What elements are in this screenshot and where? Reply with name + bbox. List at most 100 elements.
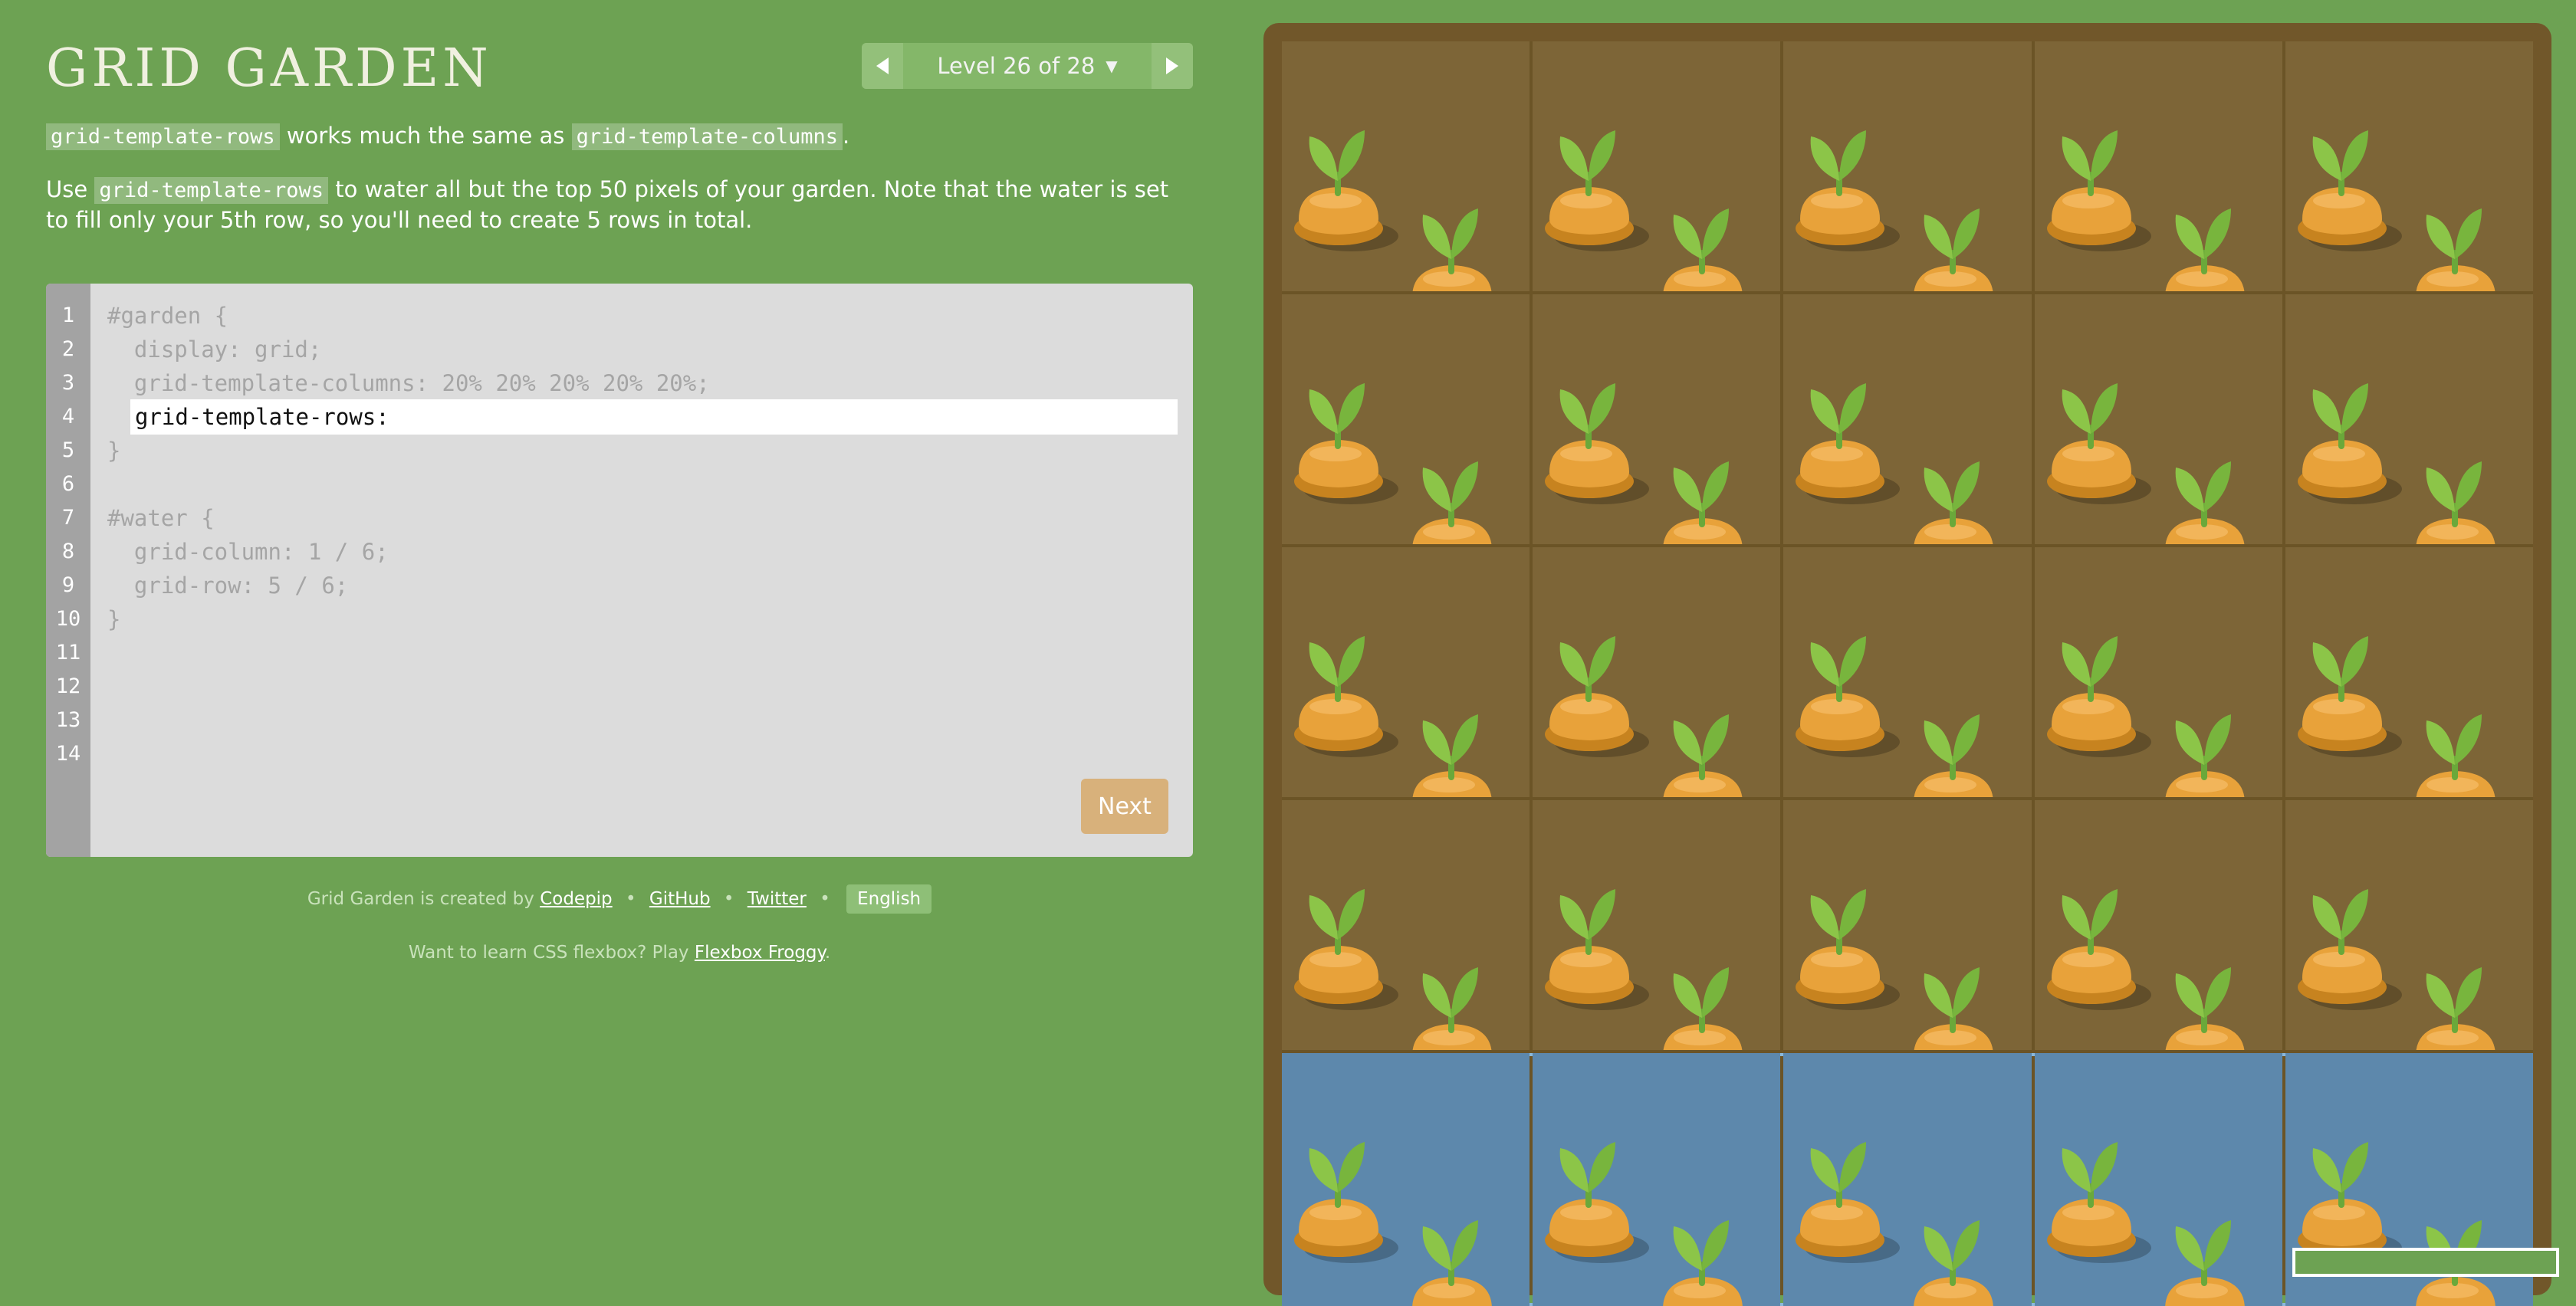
carrot-icon	[2297, 383, 2402, 504]
line-number: 13	[55, 708, 81, 732]
soil-cell	[1282, 294, 1530, 544]
css-answer-input[interactable]	[130, 399, 1178, 435]
soil-cell	[1783, 41, 2032, 291]
carrot-icon	[2416, 461, 2496, 544]
line-number: 9	[61, 573, 75, 597]
soil-cell	[1282, 547, 1530, 797]
carrot-icon	[1796, 636, 1901, 757]
instruction-text: .	[842, 123, 850, 149]
code-snippet: grid-template-rows	[94, 177, 329, 204]
carrot-icon	[2165, 967, 2244, 1050]
flexbox-promo: Want to learn CSS flexbox? Play Flexbox …	[46, 943, 1193, 963]
code-line: #water {	[107, 505, 215, 531]
code-snippet: grid-template-columns	[571, 123, 843, 150]
carrot-icon	[2416, 208, 2496, 291]
carrot-icon	[2416, 967, 2496, 1050]
carrot-icon	[1663, 208, 1743, 291]
level-navigation: Level 26 of 28 ▼	[862, 43, 1193, 89]
soil-cell	[1533, 41, 1781, 291]
code-line: }	[107, 606, 121, 632]
water-cell	[1533, 1053, 1781, 1306]
carrot-icon	[1796, 130, 1901, 251]
carrot-icon	[1412, 461, 1492, 544]
carrot-icon	[1663, 461, 1743, 544]
carrot-icon	[2046, 1142, 2151, 1263]
carrot-icon	[1545, 383, 1650, 504]
line-number: 5	[61, 438, 75, 462]
carrot-icon	[1294, 1142, 1398, 1263]
line-number: 6	[61, 472, 75, 496]
line-number-gutter: 1 2 3 4 5 6 7 8 9 10 11 12 13 14	[46, 284, 90, 857]
language-selector[interactable]: English	[846, 884, 932, 914]
soil-cell	[1533, 294, 1781, 544]
twitter-link[interactable]: Twitter	[748, 889, 807, 909]
codepip-link[interactable]: Codepip	[540, 889, 612, 909]
github-link[interactable]: GitHub	[649, 889, 711, 909]
app-title: GRID GARDEN	[46, 38, 492, 99]
soil-cell	[1282, 800, 1530, 1050]
level-label: Level 26 of 28	[937, 53, 1096, 79]
soil-cell	[2034, 547, 2282, 797]
code-line: display: grid;	[107, 336, 322, 363]
soil-cell	[2285, 547, 2533, 797]
line-number: 3	[61, 371, 75, 395]
credits-line: Grid Garden is created by Codepip • GitH…	[46, 884, 1193, 914]
line-number: 7	[61, 506, 75, 530]
code-line: grid-template-columns: 20% 20% 20% 20% 2…	[107, 370, 710, 396]
carrot-icon	[1914, 208, 1993, 291]
carrot-icon	[1294, 130, 1398, 251]
carrot-icon	[2046, 383, 2151, 504]
instruction-paragraph-2: Use grid-template-rows to water all but …	[46, 175, 1196, 235]
water-cell	[2034, 1053, 2282, 1306]
carrot-icon	[2297, 130, 2402, 251]
footer: Grid Garden is created by Codepip • GitH…	[46, 884, 1193, 963]
carrot-icon	[2165, 714, 2244, 797]
credits-text: Grid Garden is created by	[307, 889, 534, 909]
carrot-icon	[1914, 1220, 1994, 1306]
triangle-left-icon	[876, 57, 889, 74]
line-number: 4	[61, 405, 75, 428]
instructions: grid-template-rows works much the same a…	[46, 121, 1196, 258]
separator: •	[625, 889, 636, 909]
carrot-icon	[1545, 130, 1650, 251]
soil-cell	[2285, 41, 2533, 291]
line-number: 1	[61, 304, 75, 327]
promo-text: Want to learn CSS flexbox? Play	[408, 943, 689, 963]
level-indicator-dropdown[interactable]: Level 26 of 28 ▼	[903, 43, 1152, 89]
garden-board	[1263, 23, 2551, 1306]
code-line: grid-column: 1 / 6;	[107, 539, 389, 565]
carrot-icon	[2297, 1142, 2402, 1263]
carrot-icon	[1412, 1220, 1492, 1306]
line-number: 10	[55, 607, 81, 631]
soil-cell	[1533, 547, 1781, 797]
soil-cell	[2285, 800, 2533, 1050]
next-level-button[interactable]	[1152, 43, 1193, 89]
caret-down-icon: ▼	[1106, 57, 1118, 75]
water-cell	[1783, 1053, 2032, 1306]
carrot-icon	[1294, 636, 1398, 757]
carrot-icon	[2297, 889, 2402, 1010]
carrot-icon	[1663, 967, 1743, 1050]
carrot-icon	[1663, 1220, 1743, 1306]
line-number: 2	[61, 337, 75, 361]
soil-cell	[1783, 547, 2032, 797]
soil-cell	[1783, 800, 2032, 1050]
line-number: 8	[61, 540, 75, 563]
carrot-icon	[2164, 1220, 2245, 1306]
carrot-icon	[1412, 967, 1492, 1050]
next-button[interactable]: Next	[1081, 779, 1168, 834]
previous-level-button[interactable]	[862, 43, 903, 89]
preview-thumbnail[interactable]	[2292, 1248, 2559, 1277]
carrot-icon	[1545, 889, 1650, 1010]
carrot-icon	[1294, 383, 1398, 504]
carrot-icon	[2297, 636, 2402, 757]
soil-cell	[2034, 800, 2282, 1050]
carrot-icon	[1545, 1142, 1650, 1263]
instruction-paragraph-1: grid-template-rows works much the same a…	[46, 121, 1196, 152]
line-number: 14	[55, 742, 81, 766]
carrot-icon	[1412, 714, 1492, 797]
flexbox-froggy-link[interactable]: Flexbox Froggy	[695, 943, 825, 963]
line-number: 11	[55, 641, 81, 664]
soil-cell	[1533, 800, 1781, 1050]
